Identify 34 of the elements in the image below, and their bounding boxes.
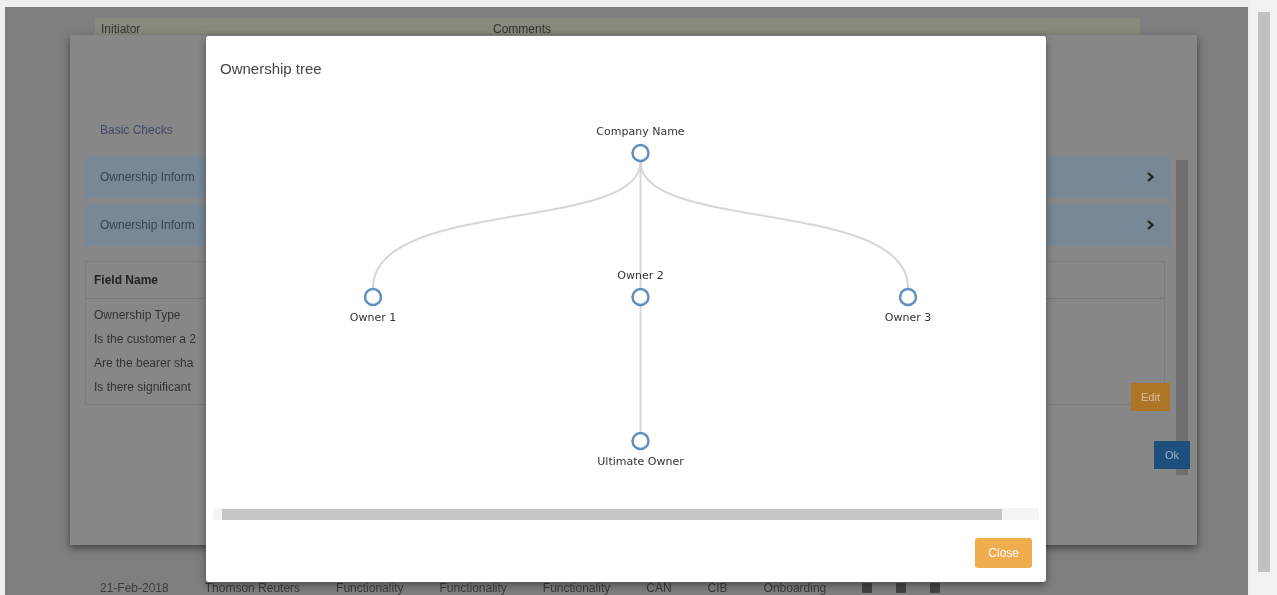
table-cell: 21-Feb-2018: [100, 581, 169, 595]
table-cell: Functionality: [439, 581, 507, 595]
edit-button[interactable]: Edit: [1131, 383, 1170, 411]
node-label: Ultimate Owner: [597, 455, 684, 468]
node-label: Owner 3: [884, 311, 932, 324]
table-cell: Ownership Type: [94, 308, 181, 322]
tree-node: [363, 287, 383, 307]
accordion-label: Ownership Inform: [100, 218, 195, 232]
scrollbar[interactable]: [1258, 12, 1270, 572]
table-cell: CAN: [646, 581, 672, 595]
accordion-label: Ownership Inform: [100, 170, 195, 184]
table-cell: Onboarding: [763, 581, 827, 595]
table-cell: Functionality: [542, 581, 611, 595]
table-cell: CIB: [707, 581, 728, 595]
table-cell: Is the customer a 2: [94, 332, 197, 346]
node-label: Owner 1: [349, 311, 397, 324]
ok-button[interactable]: Ok: [1153, 441, 1190, 469]
table-cell: Functionality: [336, 581, 404, 595]
node-label: Company Name: [596, 125, 685, 138]
column-header: Initiator: [100, 21, 142, 36]
close-button[interactable]: Close: [975, 538, 1032, 568]
modal-title: Ownership tree: [219, 59, 323, 79]
tree-node: [631, 431, 650, 451]
tree-node: [898, 287, 918, 307]
chevron-icon: [1147, 220, 1154, 230]
table-cell: Are the bearer sha: [94, 356, 194, 370]
chevron-icon: [1147, 172, 1154, 182]
column-header: Comments: [492, 21, 551, 36]
tree-node: [631, 287, 650, 307]
table-cell: Is there significant: [94, 380, 191, 394]
table-cell: Thomson Reuters: [204, 581, 301, 595]
column-header: Field Name: [94, 273, 159, 287]
tree-node: [631, 143, 650, 163]
node-label: Owner 2: [617, 269, 664, 282]
